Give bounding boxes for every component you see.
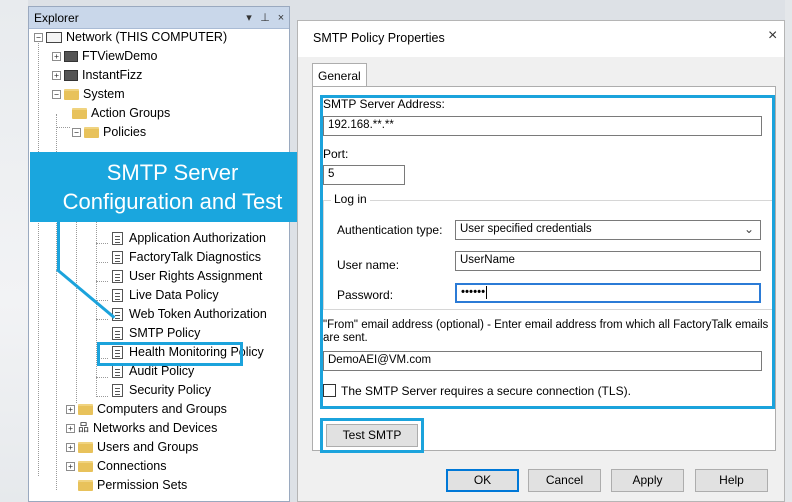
tree-item-label: Users and Groups — [97, 440, 199, 454]
expand-icon[interactable]: + — [52, 71, 61, 80]
pin-icon[interactable]: ⊥ — [257, 11, 273, 24]
tree-item-computers-and-groups[interactable]: + Computers and Groups — [66, 400, 227, 419]
test-smtp-highlight — [320, 418, 424, 453]
tree-item-connections[interactable]: + Connections — [66, 457, 167, 476]
tree-item-ftviewdemo[interactable]: + FTViewDemo — [52, 47, 157, 66]
dropdown-icon[interactable]: ▾ — [241, 11, 257, 24]
collapse-icon[interactable]: − — [52, 90, 61, 99]
expand-icon[interactable]: + — [66, 462, 75, 471]
folder-icon — [78, 442, 93, 453]
folder-icon — [72, 108, 87, 119]
folder-icon — [78, 461, 93, 472]
callout-line-2: Configuration and Test — [62, 189, 283, 214]
tree-item-label: Application Authorization — [129, 231, 266, 245]
tree-line — [96, 396, 108, 397]
tree-item-label: System — [83, 87, 125, 101]
document-icon — [112, 384, 123, 397]
tree-item-network[interactable]: − Network (THIS COMPUTER) — [34, 28, 227, 47]
tree-item-label: FTViewDemo — [82, 49, 158, 63]
help-button[interactable]: Help — [695, 469, 768, 492]
tree-item-label: Action Groups — [91, 106, 171, 120]
explorer-header: Explorer ▾ ⊥ × — [29, 7, 289, 29]
smtp-settings-highlight — [320, 95, 775, 409]
tree-line — [96, 243, 108, 244]
tree-item-label: Network (THIS COMPUTER) — [66, 30, 228, 44]
tree-item-label: InstantFizz — [82, 68, 143, 82]
tree-item-label: Security Policy — [129, 383, 211, 397]
explorer-title: Explorer — [34, 10, 79, 25]
callout-banner: SMTP Server Configuration and Test — [30, 152, 315, 222]
tree-item-policies[interactable]: − Policies — [72, 123, 146, 142]
folder-icon — [78, 404, 93, 415]
tree-line — [96, 217, 97, 397]
apply-button[interactable]: Apply — [611, 469, 684, 492]
document-icon — [112, 289, 123, 302]
document-icon — [112, 270, 123, 283]
folder-icon — [84, 127, 99, 138]
expand-icon[interactable]: + — [66, 424, 75, 433]
tree-line — [38, 38, 39, 476]
tree-item-label: Permission Sets — [97, 478, 188, 492]
tree-item-networks-and-devices[interactable]: + 品 Networks and Devices — [66, 419, 217, 438]
collapse-icon[interactable]: − — [72, 128, 81, 137]
tree-item-smtp-policy[interactable]: SMTP Policy — [112, 324, 200, 343]
tree-item-label: Computers and Groups — [97, 402, 227, 416]
tree-item-permission-sets[interactable]: Permission Sets — [78, 476, 187, 495]
callout-line-1: SMTP Server — [106, 160, 239, 185]
dialog-title: SMTP Policy Properties — [313, 31, 445, 45]
collapse-icon[interactable]: − — [34, 33, 43, 42]
tree-line — [96, 281, 108, 282]
explorer-panel: Explorer ▾ ⊥ × − Network (THIS COMPUTER)… — [28, 6, 290, 502]
folder-icon — [64, 89, 79, 100]
smtp-policy-dialog: SMTP Policy Properties × General SMTP Se… — [297, 20, 785, 502]
tree-item-label: Live Data Policy — [129, 288, 219, 302]
callout-connector — [57, 222, 60, 270]
tree-item-factorytalk-diagnostics[interactable]: FactoryTalk Diagnostics — [112, 248, 261, 267]
tree-line — [56, 127, 70, 128]
tree-item-system[interactable]: − System — [52, 85, 125, 104]
document-icon — [112, 232, 123, 245]
background-right — [785, 0, 792, 502]
tree-item-label: User Rights Assignment — [129, 269, 263, 283]
tree-item-instantfizz[interactable]: + InstantFizz — [52, 66, 142, 85]
expand-icon[interactable]: + — [52, 52, 61, 61]
document-icon — [112, 327, 123, 340]
tree-item-label: SMTP Policy — [129, 326, 201, 340]
tree-item-label: Networks and Devices — [93, 421, 218, 435]
dialog-body: General SMTP Server Address: 192.168.**.… — [298, 57, 784, 501]
close-icon[interactable]: × — [273, 12, 289, 24]
expand-icon[interactable]: + — [66, 443, 75, 452]
tree-line — [96, 319, 108, 320]
cancel-button[interactable]: Cancel — [528, 469, 601, 492]
document-icon — [112, 365, 123, 378]
tree-item-application-authorization[interactable]: Application Authorization — [112, 229, 266, 248]
tree-line — [96, 377, 108, 378]
tree-item-web-token-authorization[interactable]: Web Token Authorization — [112, 305, 267, 324]
folder-icon — [78, 480, 93, 491]
tab-general[interactable]: General — [312, 63, 367, 87]
tree-item-users-and-groups[interactable]: + Users and Groups — [66, 438, 198, 457]
ok-button[interactable]: OK — [446, 469, 519, 492]
close-icon[interactable]: × — [768, 27, 777, 45]
application-icon — [64, 51, 78, 62]
tree-item-label: Policies — [103, 125, 147, 139]
tree-line — [96, 262, 108, 263]
tree-item-label: Web Token Authorization — [129, 307, 267, 321]
tree-item-action-groups[interactable]: Action Groups — [72, 104, 170, 123]
tree-item-user-rights-assignment[interactable]: User Rights Assignment — [112, 267, 262, 286]
background-left — [0, 0, 28, 502]
smtp-policy-highlight — [97, 342, 243, 366]
expand-icon[interactable]: + — [66, 405, 75, 414]
tree-item-label: FactoryTalk Diagnostics — [129, 250, 261, 264]
document-icon — [112, 251, 123, 264]
tree-item-label: Connections — [97, 459, 167, 473]
network-devices-icon: 品 — [78, 422, 89, 434]
tree-item-live-data-policy[interactable]: Live Data Policy — [112, 286, 219, 305]
application-icon — [64, 70, 78, 81]
network-icon — [46, 32, 62, 43]
tree-item-security-policy[interactable]: Security Policy — [112, 381, 211, 400]
